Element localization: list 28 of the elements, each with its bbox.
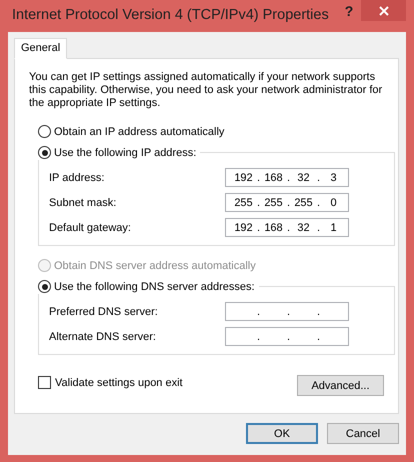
- radio-label: Obtain DNS server address automatically: [54, 260, 256, 272]
- radio-label: Obtain an IP address automatically: [54, 126, 224, 138]
- field-label: Alternate DNS server:: [49, 330, 157, 342]
- tab[interactable]: General: [14, 38, 68, 59]
- radio-button[interactable]: [38, 125, 51, 138]
- field-label: Default gateway:: [49, 222, 132, 234]
- ip-address-field[interactable]: 192 . 168 . 32 . 3: [225, 168, 349, 187]
- description-text: You can get IP settings assigned automatically if your network supports this capability. Otherwise, you need to ask your network administrator for the appropriate IP settings.: [29, 71, 384, 110]
- radio-button[interactable]: [38, 280, 51, 293]
- window-title: Internet Protocol Version 4 (TCP/IPv4) Properties: [12, 7, 329, 23]
- ip-address-field[interactable]: . . .: [225, 327, 349, 346]
- radio-label: Use the following DNS server addresses:: [54, 280, 255, 292]
- field-label: Subnet mask:: [49, 196, 118, 208]
- dialog-button[interactable]: OK: [246, 423, 318, 444]
- field-label: IP address:: [49, 172, 106, 184]
- field-label: Preferred DNS server:: [49, 306, 159, 318]
- help-button[interactable]: ?: [336, 0, 362, 22]
- close-button[interactable]: [361, 0, 406, 21]
- advanced-button[interactable]: Advanced...: [297, 375, 384, 396]
- checkbox-label: Validate settings upon exit: [55, 376, 183, 388]
- radio-label: Use the following IP address:: [54, 146, 196, 158]
- radio-button[interactable]: [38, 146, 51, 159]
- ip-address-field[interactable]: . . .: [225, 302, 349, 321]
- ip-address-field[interactable]: 255 . 255 . 255 . 0: [225, 193, 349, 212]
- dialog-button[interactable]: Cancel: [327, 423, 399, 444]
- close-icon: [378, 4, 390, 16]
- ip-address-field[interactable]: 192 . 168 . 32 . 1: [225, 218, 349, 237]
- checkbox[interactable]: [38, 376, 51, 389]
